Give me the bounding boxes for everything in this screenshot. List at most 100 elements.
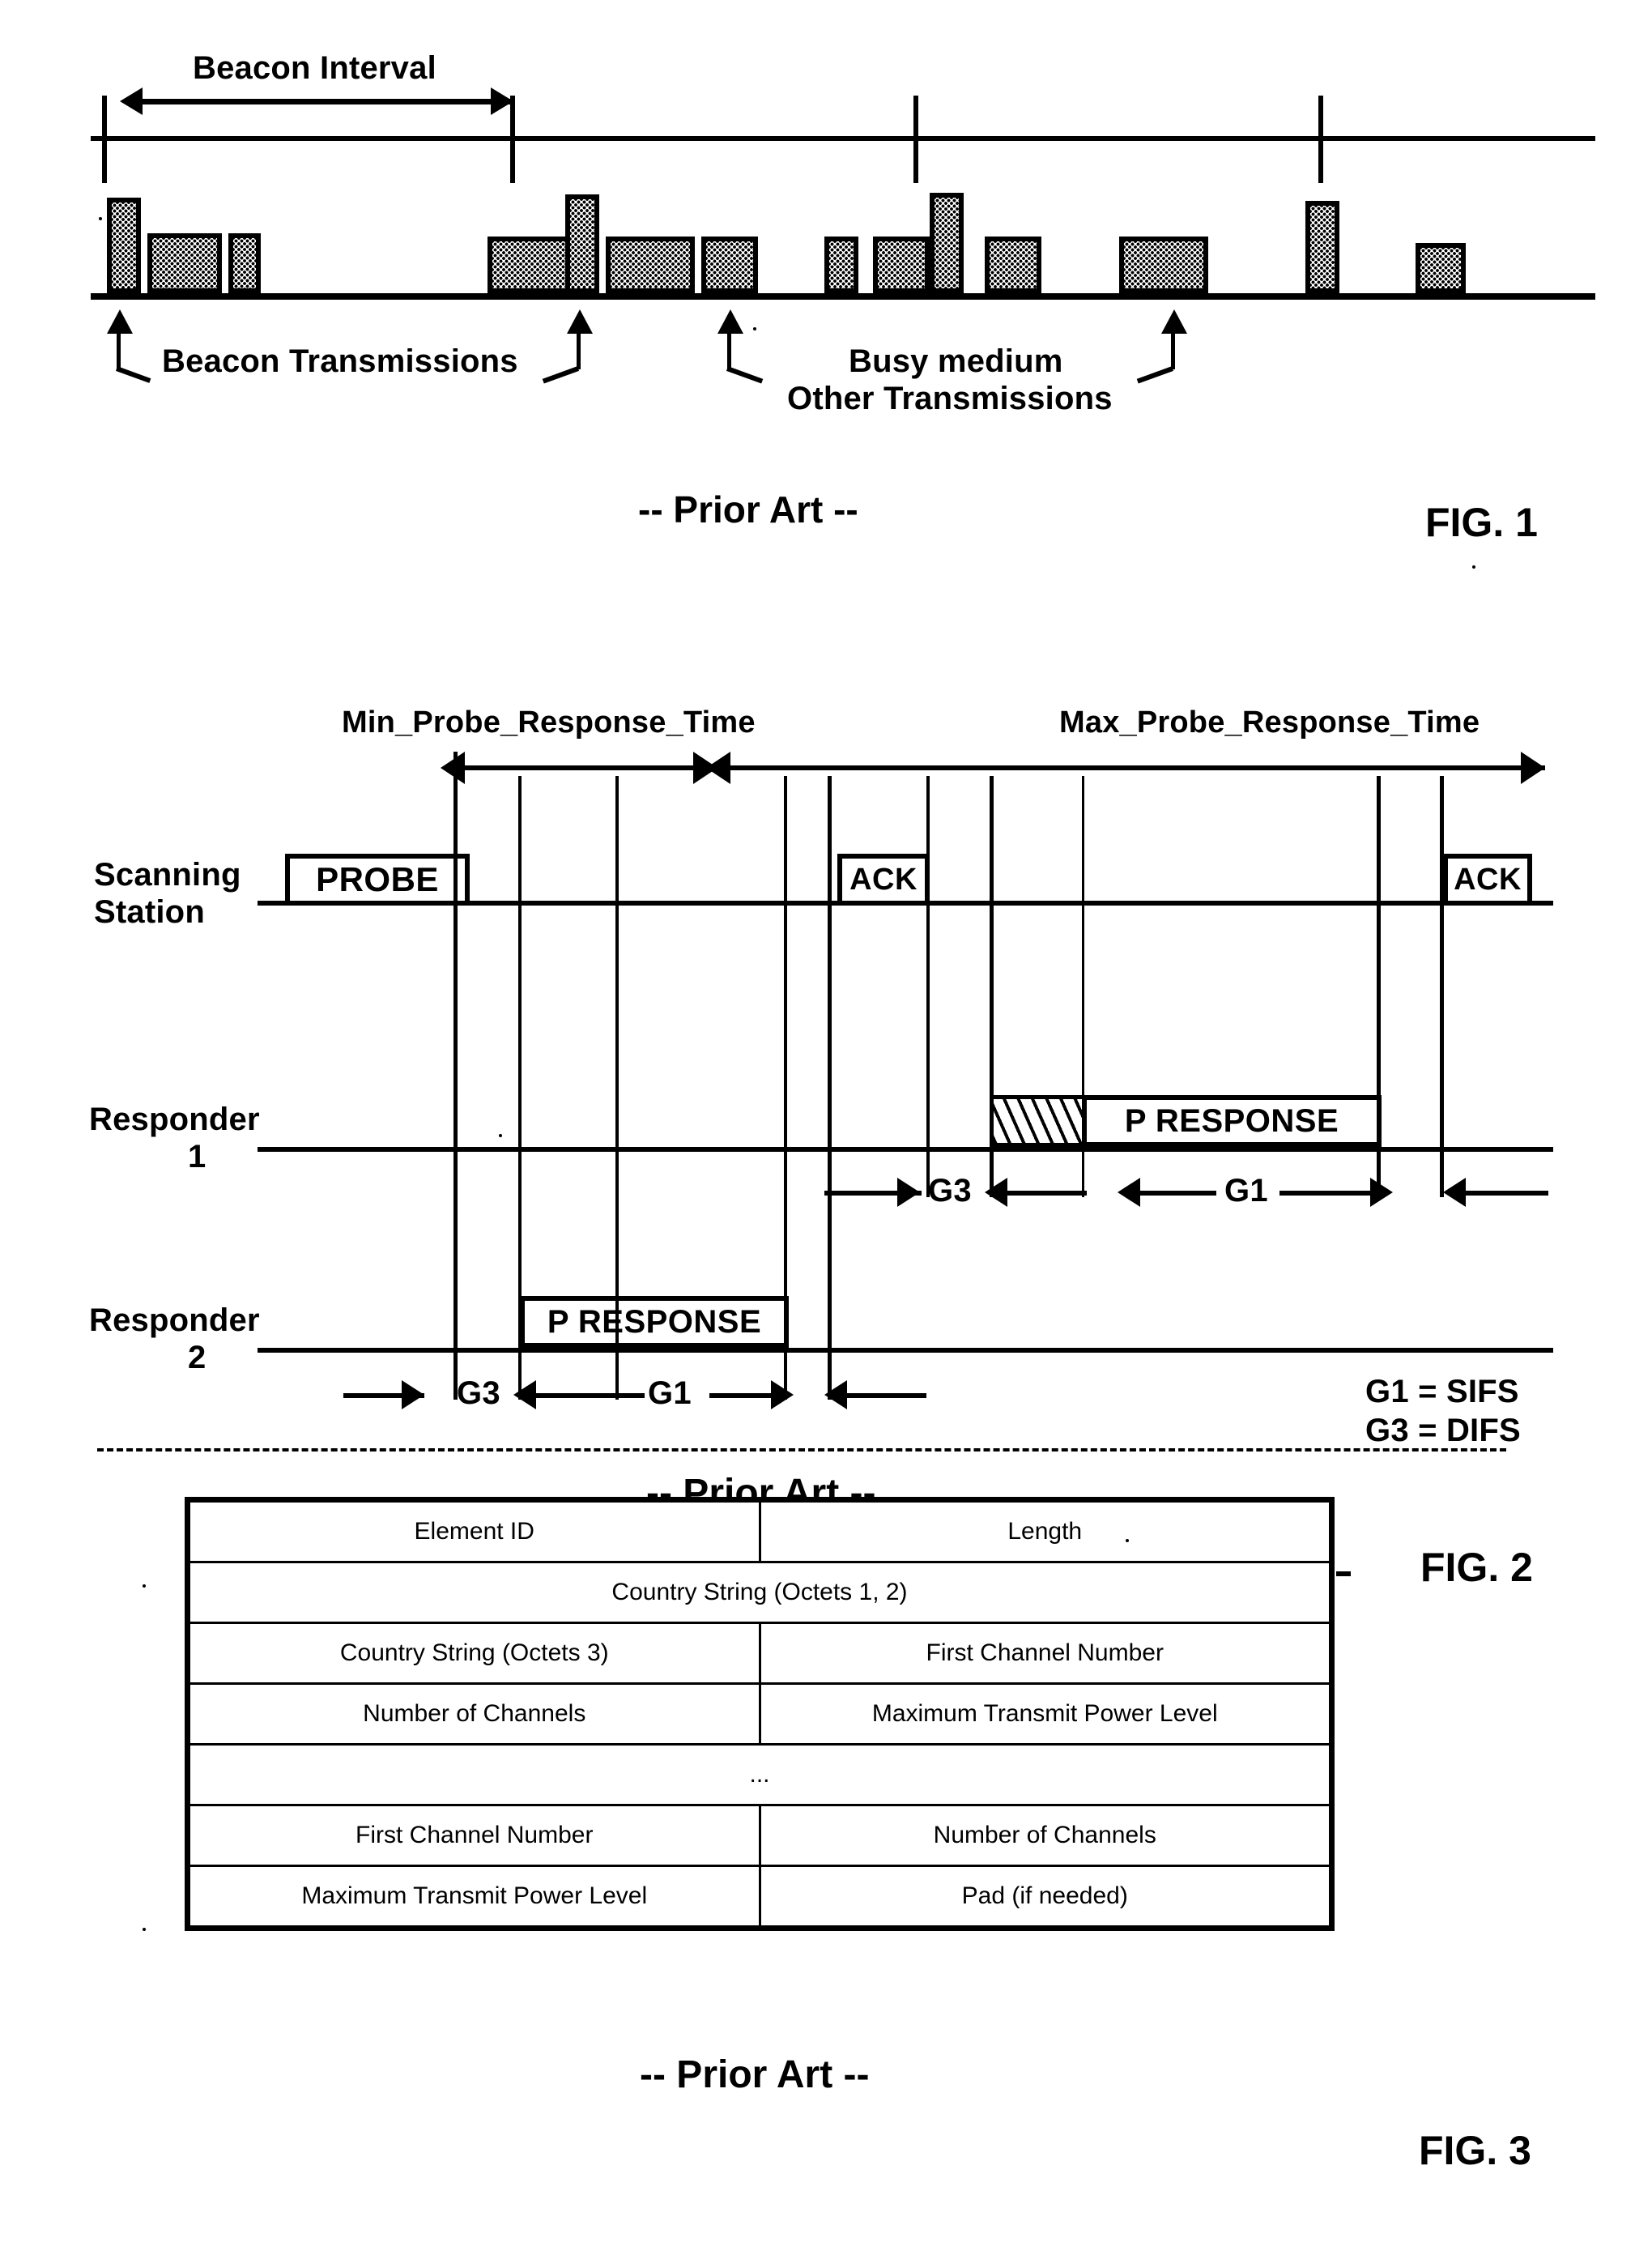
- table-cell: Length: [758, 1498, 1333, 1563]
- bar-beacon-4: [1305, 201, 1339, 293]
- table-cell: Maximum Transmit Power Level: [186, 1865, 761, 1929]
- table-cell: ...: [186, 1743, 1333, 1806]
- timeline-tick-1: [102, 96, 107, 183]
- callout-stem-beacon-left: [117, 327, 121, 369]
- beacon-transmissions-label: Beacon Transmissions: [162, 343, 518, 379]
- g3b-arrowhead-left: [985, 1178, 1007, 1207]
- packet-probe-text: PROBE: [316, 860, 439, 898]
- responder-1-label-line2: 1: [188, 1139, 206, 1174]
- legend-g1-sifs: G1 = SIFS: [1365, 1374, 1519, 1409]
- bar-transmission-8: [985, 237, 1041, 293]
- min-probe-response-time-label: Min_Probe_Response_Time: [342, 705, 756, 740]
- g1a-arrow-line-right: [709, 1393, 781, 1398]
- table-row: Country String (Octets 1, 2): [186, 1561, 1333, 1624]
- figure3-prior-art-caption: -- Prior Art --: [640, 2053, 870, 2096]
- ink-speck: [753, 327, 756, 330]
- figure-1: Beacon Interval Beacon Transmissions Bus…: [0, 0, 1652, 583]
- g3a-arrowhead-right: [402, 1380, 424, 1409]
- responder-2-timeline: [258, 1348, 1553, 1353]
- beacon-interval-arrow-left-head: [120, 87, 143, 115]
- bar-transmission-7: [873, 237, 930, 293]
- bar-transmission-1: [147, 233, 222, 293]
- bar-transmission-2: [228, 233, 261, 293]
- tail-gap-arrow-line: [845, 1393, 926, 1398]
- max-probe-arrow-line: [726, 765, 1545, 770]
- callout-elbow-busy-left: [726, 366, 764, 384]
- table-cell: Pad (if needed): [758, 1865, 1333, 1929]
- guide-line-g3-end: [518, 776, 522, 1400]
- table-cell: Element ID: [186, 1498, 761, 1563]
- g1b-arrow-line-left: [1139, 1191, 1216, 1196]
- callout-elbow-busy-right: [1136, 366, 1174, 384]
- country-information-element-table: Element ID Length Country String (Octets 1…: [185, 1497, 1335, 1931]
- guide-line-probe-end: [453, 752, 458, 1400]
- table-cell: First Channel Number: [186, 1804, 761, 1867]
- guide-line-presp2-start: [615, 776, 619, 1400]
- packet-probe: PROBE: [285, 854, 470, 906]
- bar-transmission-3: [488, 237, 577, 293]
- g1b-arrow-line-right: [1279, 1191, 1377, 1196]
- table-cell: Country String (Octets 3): [186, 1622, 761, 1685]
- packet-ack-1-text: ACK: [849, 862, 918, 897]
- ink-speck-5: [499, 1134, 502, 1137]
- beacon-interval-arrow-line: [139, 99, 513, 104]
- table-cell: First Channel Number: [758, 1622, 1333, 1685]
- ink-speck-3: [1472, 565, 1475, 569]
- gap-g1-responder2-label: G1: [648, 1375, 692, 1411]
- table-row: ...: [186, 1743, 1333, 1806]
- table-cell: Number of Channels: [758, 1804, 1333, 1867]
- packet-ack-1: ACK: [837, 854, 930, 906]
- bar-transmission-10: [1416, 243, 1466, 293]
- ack-gap-arrowhead: [1443, 1178, 1466, 1207]
- min-probe-arrow-left-head: [441, 752, 465, 784]
- legend-g3-difs: G3 = DIFS: [1365, 1413, 1521, 1448]
- min-probe-arrow-line: [460, 765, 717, 770]
- packet-ack-2-text: ACK: [1454, 862, 1522, 897]
- table-cell: Country String (Octets 1, 2): [186, 1561, 1333, 1624]
- busy-medium-label: Busy medium: [849, 343, 1063, 379]
- bar-beacon-3: [930, 193, 964, 293]
- g3b-arrowhead-right: [897, 1178, 920, 1207]
- gap-g3-responder2-label: G3: [457, 1375, 500, 1411]
- responder-2-label-line1: Responder: [89, 1302, 260, 1338]
- figure-2: Min_Probe_Response_Time Max_Probe_Respon…: [0, 616, 1652, 1590]
- g3a-arrowhead-left: [513, 1380, 536, 1409]
- figure3-label: FIG. 3: [1419, 2128, 1531, 2173]
- packet-p-response-1-text: P RESPONSE: [1124, 1102, 1339, 1139]
- callout-stem-busy-right: [1171, 327, 1175, 369]
- g1b-arrowhead-right: [1370, 1178, 1393, 1207]
- scanning-station-label-line1: Scanning: [94, 857, 241, 893]
- guide-line-ack2-start: [1440, 776, 1444, 1197]
- table-row: Number of Channels Maximum Transmit Power…: [186, 1682, 1333, 1746]
- other-transmissions-label: Other Transmissions: [787, 381, 1113, 416]
- scanning-station-label-line2: Station: [94, 894, 205, 930]
- packet-p-response-2-text: P RESPONSE: [547, 1303, 762, 1340]
- gap-g1-responder1-label: G1: [1224, 1173, 1268, 1208]
- packet-p-response-1: P RESPONSE: [1082, 1095, 1382, 1147]
- g1b-arrowhead-left: [1118, 1178, 1140, 1207]
- guide-line-ack1-start: [828, 776, 832, 1400]
- ack-gap-arrow-line: [1464, 1191, 1548, 1196]
- table-cell: Maximum Transmit Power Level: [758, 1682, 1333, 1746]
- bar-transmission-6: [824, 237, 858, 293]
- responder-1-timeline: [258, 1147, 1553, 1152]
- figure1-baseline: [91, 293, 1595, 300]
- callout-stem-beacon-right: [577, 327, 581, 369]
- timeline-tick-4: [1318, 96, 1323, 183]
- figure1-label: FIG. 1: [1425, 500, 1538, 545]
- ink-speck-2: [99, 217, 102, 220]
- ink-speck-8: [1126, 1539, 1129, 1542]
- figure1-timeline-axis: [91, 136, 1595, 141]
- responder-2-label-line2: 2: [188, 1340, 206, 1375]
- table-row: First Channel Number Number of Channels: [186, 1804, 1333, 1867]
- gap-g3-responder1-label: G3: [928, 1173, 972, 1208]
- guide-line-ack1-end: [926, 776, 930, 1197]
- timeline-tick-2: [510, 96, 515, 183]
- max-probe-arrow-left-head: [706, 752, 730, 784]
- figure1-prior-art-caption: -- Prior Art --: [638, 488, 858, 531]
- g1a-arrow-line-left: [567, 1393, 645, 1398]
- bar-beacon-1: [107, 198, 141, 293]
- max-probe-arrow-right-head: [1521, 752, 1545, 784]
- timeline-tick-3: [913, 96, 918, 183]
- g1a-arrowhead-right: [771, 1380, 794, 1409]
